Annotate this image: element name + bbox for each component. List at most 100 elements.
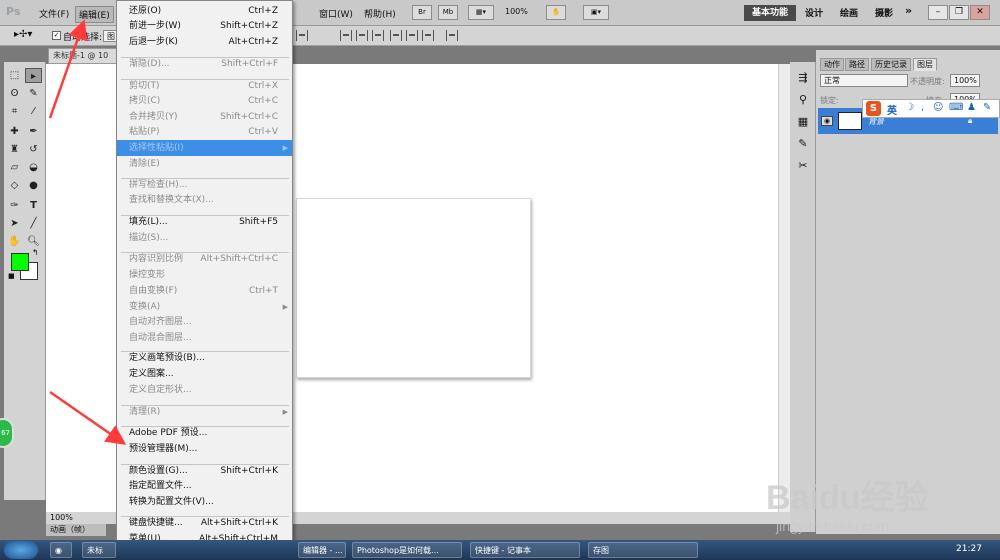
bridge-button[interactable]: Br (412, 5, 432, 20)
distribute-top-icon[interactable] (340, 30, 352, 41)
distribute-hcenter-icon[interactable] (406, 30, 418, 41)
lasso-tool-icon[interactable]: ʘ (6, 86, 23, 101)
moon-icon[interactable]: ☽ (905, 102, 914, 113)
type-tool-icon[interactable]: T (25, 198, 42, 213)
taskbar-editor[interactable]: 编辑器 - ... (298, 542, 346, 558)
edit-menu-item-定义自定形状[interactable]: 定义自定形状... (117, 382, 292, 398)
tab-actions[interactable]: 动作 (820, 58, 844, 71)
tab-layers[interactable]: 图层 (913, 58, 937, 71)
edit-menu-item-渐隐[interactable]: 渐隐(D)... Shift+Ctrl+F (117, 56, 292, 72)
distribute-left-icon[interactable] (390, 30, 402, 41)
blend-mode-select[interactable]: 正常 (820, 74, 908, 87)
marquee-tool-icon[interactable]: ⬚ (6, 68, 23, 83)
tab-history[interactable]: 历史记录 (871, 58, 911, 71)
workspace-photography[interactable]: 摄影 (875, 6, 893, 19)
edit-menu-item-自动混合图层[interactable]: 自动混合图层... (117, 330, 292, 346)
edit-menu-item-自由变换[interactable]: 自由变换(F) Ctrl+T (117, 283, 292, 299)
path-select-tool-icon[interactable]: ➤ (6, 216, 23, 231)
edit-menu-item-填充[interactable]: 填充(L)... Shift+F5 (117, 214, 292, 230)
status-zoom[interactable]: 100% (50, 513, 73, 522)
paint-bucket-tool-icon[interactable]: ◒ (25, 160, 42, 175)
taskbar-browser[interactable]: Photoshop是如何载... (352, 542, 462, 558)
quick-select-tool-icon[interactable]: ✎ (25, 86, 42, 101)
edit-menu-item-自动对齐图层[interactable]: 自动对齐图层... (117, 314, 292, 330)
pen-tool-icon[interactable]: ✑ (6, 198, 23, 213)
zoom-level[interactable]: 100% (505, 7, 528, 16)
workspace-painting[interactable]: 绘画 (840, 6, 858, 19)
edit-menu-item-内容识别比例[interactable]: 内容识别比例 Alt+Shift+Ctrl+C (117, 251, 292, 267)
edit-menu-item-剪切[interactable]: 剪切(T) Ctrl+X (117, 78, 292, 94)
tab-paths[interactable]: 路径 (845, 58, 869, 71)
line-tool-icon[interactable]: ╱ (25, 216, 42, 231)
auto-select-checkbox[interactable]: ✓ (52, 31, 61, 40)
keyboard-icon[interactable]: ⌨ (949, 102, 963, 113)
distribute-right-icon[interactable] (422, 30, 434, 41)
arrange-documents-icon[interactable]: ▣▾ (583, 5, 609, 20)
adjustments-icon[interactable]: ⇶ (795, 70, 811, 86)
start-button[interactable] (4, 541, 38, 559)
move-tool-icon[interactable]: ▸ (25, 68, 42, 83)
edit-menu-item-指定配置文件[interactable]: 指定配置文件... (117, 478, 292, 494)
distribute-bottom-icon[interactable] (372, 30, 384, 41)
foreground-color-swatch[interactable] (11, 253, 29, 271)
auto-select-dropdown[interactable]: 图 (103, 30, 117, 42)
move-tool-icon[interactable]: ▸✢▾ (14, 29, 32, 40)
view-extras-button[interactable]: ▦▾ (468, 5, 494, 20)
crop-tool-icon[interactable]: ⌗ (6, 104, 23, 119)
swap-colors-icon[interactable]: ↰ (32, 248, 39, 257)
edit-menu-item-定义图案[interactable]: 定义图案... (117, 366, 292, 382)
zoom-tool-icon[interactable]: 🔍︎ (25, 234, 42, 249)
edit-menu-item-变换[interactable]: 变换(A) ▶ (117, 299, 292, 315)
hand-tool-icon[interactable]: ✋ (6, 234, 23, 249)
sogou-logo-icon[interactable]: S (866, 101, 881, 116)
auto-align-icon[interactable] (446, 30, 458, 41)
smiley-icon[interactable]: ☺ (933, 102, 943, 113)
skin-icon[interactable]: ♟ (967, 102, 976, 113)
edit-menu-item-操控变形[interactable]: 操控变形 (117, 267, 292, 283)
menu-window[interactable]: 窗口(W) (316, 6, 356, 21)
minimize-icon[interactable]: – (928, 5, 948, 20)
edit-menu-item-合并拷贝[interactable]: 合并拷贝(Y) Shift+Ctrl+C (117, 109, 292, 125)
edit-menu-item-转换为配置文件[interactable]: 转换为配置文件(V)... (117, 494, 292, 510)
eyedropper-tool-icon[interactable]: ⁄ (25, 104, 42, 119)
more-workspaces-icon[interactable]: » (905, 4, 912, 17)
brush-tool-icon[interactable]: ✒ (25, 124, 42, 139)
default-colors-icon[interactable]: ■ (8, 272, 15, 280)
eraser-tool-icon[interactable]: ▱ (6, 160, 23, 175)
restore-icon[interactable]: ❐ (949, 5, 969, 20)
punctuation-icon[interactable]: , (921, 102, 924, 113)
menu-edit[interactable]: 编辑(E) (75, 6, 114, 23)
opacity-input[interactable]: 100% (950, 74, 980, 87)
histogram-icon[interactable]: ▦ (795, 114, 811, 130)
edit-menu-item-选择性粘贴[interactable]: 选择性粘贴(I) ▶ (117, 140, 292, 156)
hand-zoom-icon[interactable]: ✋ (546, 5, 566, 20)
edit-menu-item-adobe-pdf-预设[interactable]: Adobe PDF 预设... (117, 425, 292, 441)
edit-menu-item-清理[interactable]: 清理(R) ▶ (117, 404, 292, 420)
document-canvas[interactable] (296, 198, 531, 378)
distribute-center-icon[interactable] (356, 30, 368, 41)
brush-presets-icon[interactable]: ✎ (795, 136, 811, 152)
workspace-essentials[interactable]: 基本功能 (744, 5, 796, 21)
edit-menu-item-还原[interactable]: 还原(O) Ctrl+Z (117, 3, 292, 19)
animation-panel-tab[interactable]: 动画（帧） (46, 524, 106, 536)
clone-stamp-tool-icon[interactable]: ♜ (6, 142, 23, 157)
mini-bridge-button[interactable]: Mb (438, 5, 458, 20)
dodge-tool-icon[interactable]: ● (25, 178, 42, 193)
menu-help[interactable]: 帮助(H) (361, 6, 399, 21)
tools-wrench-icon[interactable]: ✎ (983, 102, 991, 113)
taskbar-ie-icon[interactable]: ◉ (50, 542, 72, 558)
vertical-scrollbar[interactable] (778, 64, 790, 512)
edit-menu-item-后退一步[interactable]: 后退一步(K) Alt+Ctrl+Z (117, 34, 292, 50)
blur-tool-icon[interactable]: ◇ (6, 178, 23, 193)
close-icon[interactable]: ✕ (970, 5, 990, 20)
edit-menu-item-颜色设置[interactable]: 颜色设置(G)... Shift+Ctrl+K (117, 463, 292, 479)
history-brush-tool-icon[interactable]: ↺ (25, 142, 42, 157)
document-tab[interactable]: 未标题-1 @ 10 (48, 48, 118, 64)
workspace-design[interactable]: 设计 (805, 6, 823, 19)
edit-menu-item-拷贝[interactable]: 拷贝(C) Ctrl+C (117, 93, 292, 109)
taskbar-notepad[interactable]: 快捷键 - 记事本 (470, 542, 580, 558)
edit-menu-item-拼写检查[interactable]: 拼写检查(H)... (117, 177, 292, 193)
edit-menu-item-预设管理器[interactable]: 预设管理器(M)... (117, 441, 292, 457)
puppet-pin-icon[interactable]: ⚲ (795, 92, 811, 108)
edit-menu-item-描边[interactable]: 描边(S)... (117, 230, 292, 246)
